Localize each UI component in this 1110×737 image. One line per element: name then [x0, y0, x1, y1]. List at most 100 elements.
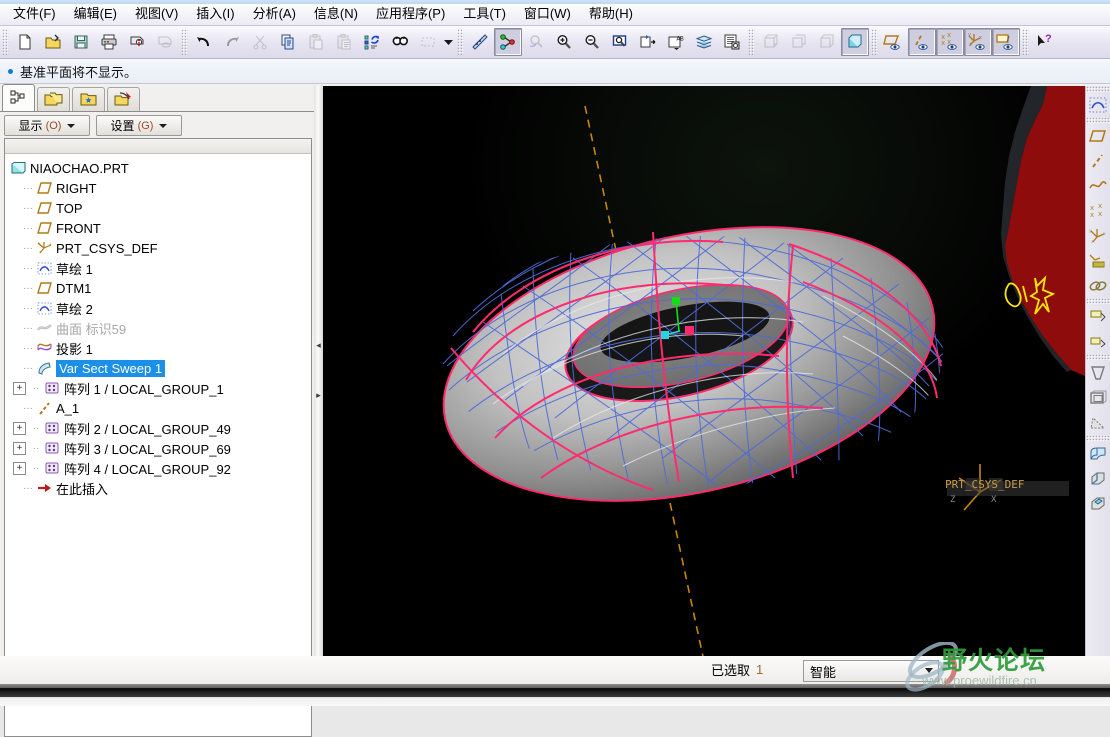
tree-expander-icon[interactable]: +: [13, 381, 26, 395]
chamfer-tool-icon[interactable]: [1086, 466, 1110, 491]
revolve-tool-icon[interactable]: [1086, 329, 1110, 354]
datum-axis-tool-icon[interactable]: [1086, 148, 1110, 173]
tree-expander-icon[interactable]: +: [13, 461, 26, 475]
chevron-down-icon[interactable]: [67, 123, 76, 128]
rib-tool-icon[interactable]: [1086, 410, 1110, 435]
toolbar-grip-5[interactable]: [871, 29, 878, 55]
repaint-icon[interactable]: [466, 28, 494, 56]
model-tree-item[interactable]: ··· TOP: [5, 198, 311, 218]
tab-favorites[interactable]: [72, 87, 105, 112]
settings-button[interactable]: 设置 (G): [96, 115, 182, 136]
no-hidden-icon[interactable]: [813, 28, 841, 56]
model-tree-item[interactable]: ··· 投影 1: [5, 338, 311, 358]
tab-connections[interactable]: [107, 87, 140, 112]
datum-axis-display-icon[interactable]: [908, 28, 936, 56]
selection-filter-dropdown[interactable]: 智能: [803, 660, 939, 682]
model-tree-item[interactable]: ··· RIGHT: [5, 178, 311, 198]
model-tree-item[interactable]: ··· Var Sect Sweep 1: [5, 358, 311, 378]
context-help-icon[interactable]: ?: [1031, 28, 1059, 56]
menu-help[interactable]: 帮助(H): [580, 5, 642, 24]
cut-icon[interactable]: [246, 28, 274, 56]
toolbar-grip-2[interactable]: [181, 29, 188, 55]
menu-file[interactable]: 文件(F): [4, 5, 65, 24]
send-mail-icon[interactable]: [151, 28, 179, 56]
copy-icon[interactable]: [274, 28, 302, 56]
menu-applications[interactable]: 应用程序(P): [367, 5, 454, 24]
refit-icon[interactable]: [606, 28, 634, 56]
model-tree-item[interactable]: + ·· 阵列 1 / LOCAL_GROUP_1: [5, 378, 311, 398]
print-icon[interactable]: [95, 28, 123, 56]
draft-tool-icon[interactable]: [1086, 360, 1110, 385]
model-tree-item[interactable]: + ·· 阵列 4 / LOCAL_GROUP_92: [5, 458, 311, 478]
model-tree-item[interactable]: ··· 草绘 1: [5, 258, 311, 278]
datum-point-tool-icon[interactable]: xxxx: [1086, 198, 1110, 223]
menu-view[interactable]: 视图(V): [126, 5, 187, 24]
paste-icon[interactable]: [302, 28, 330, 56]
regenerate-icon[interactable]: [358, 28, 386, 56]
menu-tools[interactable]: 工具(T): [454, 5, 515, 24]
sketch-tool-icon[interactable]: [1086, 92, 1110, 117]
datum-csys-tool-icon[interactable]: y x z: [1086, 223, 1110, 248]
undo-icon[interactable]: [190, 28, 218, 56]
toolbar-grip-3[interactable]: [457, 29, 464, 55]
ref-pattern-tool-icon[interactable]: [1086, 273, 1110, 298]
view-manager-icon[interactable]: [718, 28, 746, 56]
zoom-in-icon[interactable]: [550, 28, 578, 56]
chevron-down-icon[interactable]: [159, 123, 168, 128]
reorient-icon[interactable]: [522, 28, 550, 56]
paste-special-icon[interactable]: [330, 28, 358, 56]
toolbar-grip-6[interactable]: [1022, 29, 1029, 55]
model-tree-item[interactable]: ··· A_1: [5, 398, 311, 418]
wireframe-icon[interactable]: [757, 28, 785, 56]
menu-edit[interactable]: 编辑(E): [65, 5, 126, 24]
offset-csys-tool-icon[interactable]: [1086, 248, 1110, 273]
find-icon[interactable]: [386, 28, 414, 56]
extrude-tool-icon[interactable]: [1086, 304, 1110, 329]
model-tree-item[interactable]: ··· 在此插入: [5, 478, 311, 498]
hole-tool-icon[interactable]: [1086, 491, 1110, 516]
tree-expander-icon[interactable]: +: [13, 421, 26, 435]
model-tree-item[interactable]: ··· DTM1: [5, 278, 311, 298]
print-preview-icon[interactable]: [123, 28, 151, 56]
toolbar-grip-4[interactable]: [748, 29, 755, 55]
tab-model-tree[interactable]: [2, 84, 35, 112]
tab-folder-browser[interactable]: [37, 87, 70, 112]
round-tool-icon[interactable]: [1086, 441, 1110, 466]
model-tree-item[interactable]: ··· 草绘 2: [5, 298, 311, 318]
model-tree-item[interactable]: + ·· 阵列 3 / LOCAL_GROUP_69: [5, 438, 311, 458]
model-tree-item[interactable]: ··· 曲面 标识59: [5, 318, 311, 338]
toolbar-grip[interactable]: [2, 29, 9, 55]
save-icon[interactable]: [67, 28, 95, 56]
datum-plane-display-icon[interactable]: [880, 28, 908, 56]
shell-tool-icon[interactable]: [1086, 385, 1110, 410]
datum-point-display-icon[interactable]: xxxx: [936, 28, 964, 56]
shading-icon[interactable]: [841, 28, 869, 56]
annotation-display-icon[interactable]: [992, 28, 1020, 56]
datum-curve-tool-icon[interactable]: [1086, 173, 1110, 198]
open-folder-icon[interactable]: [39, 28, 67, 56]
layers-icon[interactable]: [690, 28, 718, 56]
model-tree-item[interactable]: ··· PRT_CSYS_DEF: [5, 238, 311, 258]
saved-views-icon[interactable]: [634, 28, 662, 56]
datum-plane-tool-icon[interactable]: [1086, 123, 1110, 148]
layer-name-icon[interactable]: AB: [662, 28, 690, 56]
model-tree-item[interactable]: + ·· 阵列 2 / LOCAL_GROUP_49: [5, 418, 311, 438]
show-button[interactable]: 显示 (O): [4, 115, 90, 136]
redo-icon[interactable]: [218, 28, 246, 56]
zoom-out-icon[interactable]: [578, 28, 606, 56]
select-box-icon[interactable]: [414, 28, 442, 56]
splitter-collapse-left-arrow[interactable]: ◂: [314, 340, 323, 352]
chevron-down-icon[interactable]: [925, 668, 933, 673]
menu-info[interactable]: 信息(N): [305, 5, 367, 24]
panel-splitter[interactable]: [314, 85, 323, 656]
tree-expander-icon[interactable]: +: [13, 441, 26, 455]
model-tree-container[interactable]: NIAOCHAO.PRT ··· RIGHT ··· TOP ··· FRONT ··· PRT…: [4, 138, 312, 737]
new-file-icon[interactable]: [11, 28, 39, 56]
select-box-dropdown-arrow[interactable]: [442, 29, 455, 55]
spin-center-icon[interactable]: [494, 28, 522, 56]
splitter-collapse-right-arrow[interactable]: ▸: [314, 390, 323, 402]
model-tree-root[interactable]: NIAOCHAO.PRT: [5, 158, 311, 178]
menu-insert[interactable]: 插入(I): [187, 5, 243, 24]
model-tree-item[interactable]: ··· FRONT: [5, 218, 311, 238]
hidden-line-icon[interactable]: [785, 28, 813, 56]
